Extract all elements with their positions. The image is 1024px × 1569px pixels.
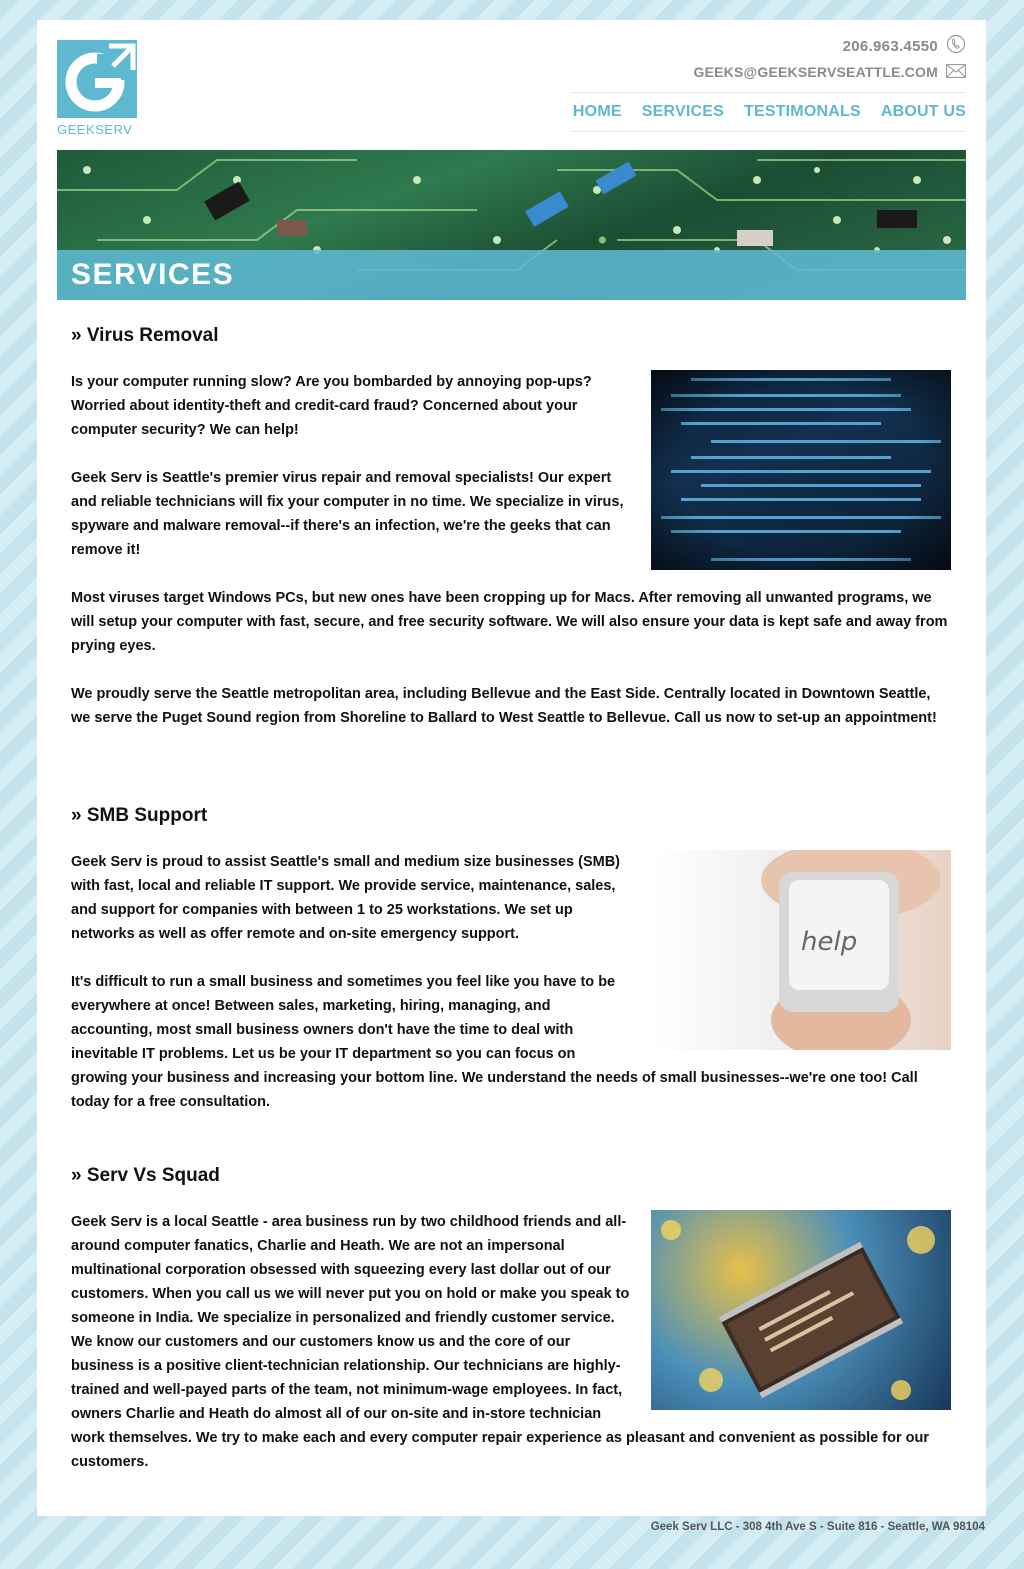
section-smb-support: » SMB Support help Geek Serv is proud to… <box>71 802 951 1114</box>
contact-info: 206.963.4550 GEEKS@GEEKSERVSEATTLE.COM <box>693 34 966 86</box>
help-key-label: help <box>801 927 858 957</box>
code-screen-image <box>651 370 951 570</box>
section-serv-vs-squad: » Serv Vs Squad Geek Serv is a local Sea… <box>71 1162 951 1474</box>
logo-mark <box>57 40 137 118</box>
help-key-image: help <box>651 850 951 1050</box>
logo-name: GEEKSERV <box>57 122 133 137</box>
envelope-icon <box>946 63 966 81</box>
phone-number[interactable]: 206.963.4550 <box>843 38 938 55</box>
logo[interactable]: GEEKSERV <box>57 40 137 137</box>
nav-about[interactable]: ABOUT US <box>881 103 966 121</box>
phone-row[interactable]: 206.963.4550 <box>693 34 966 58</box>
page-title: SERVICES <box>71 258 235 291</box>
paragraph: Most viruses target Windows PCs, but new… <box>71 590 948 654</box>
nav-testimonials[interactable]: TESTIMONALS <box>744 103 861 121</box>
section-heading: » SMB Support <box>71 805 208 826</box>
section-body: Is your computer running slow? Are you b… <box>71 370 951 730</box>
services-banner: SERVICES <box>57 150 966 300</box>
section-heading: » Virus Removal <box>71 325 219 346</box>
section-body: Geek Serv is a local Seattle - area busi… <box>71 1210 951 1474</box>
page-container: GEEKSERV 206.963.4550 GEEKS@GEEKSERVSEAT… <box>37 20 986 1516</box>
section-body: help Geek Serv is proud to assist Seattl… <box>71 850 951 1114</box>
main-nav: HOME SERVICES TESTIMONALS ABOUT US <box>570 92 966 132</box>
paragraph: We proudly serve the Seattle metropolita… <box>71 686 937 726</box>
section-heading: » Serv Vs Squad <box>71 1165 220 1186</box>
circuit-chip-image <box>651 1210 951 1410</box>
phone-icon <box>946 34 966 58</box>
nav-home[interactable]: HOME <box>573 103 622 121</box>
footer-address: Geek Serv LLC - 308 4th Ave S - Suite 81… <box>650 1521 985 1533</box>
email-row[interactable]: GEEKS@GEEKSERVSEATTLE.COM <box>693 60 966 84</box>
nav-services[interactable]: SERVICES <box>642 103 724 121</box>
section-virus-removal: » Virus Removal Is your computer running… <box>71 322 951 730</box>
email-address[interactable]: GEEKS@GEEKSERVSEATTLE.COM <box>693 64 938 80</box>
